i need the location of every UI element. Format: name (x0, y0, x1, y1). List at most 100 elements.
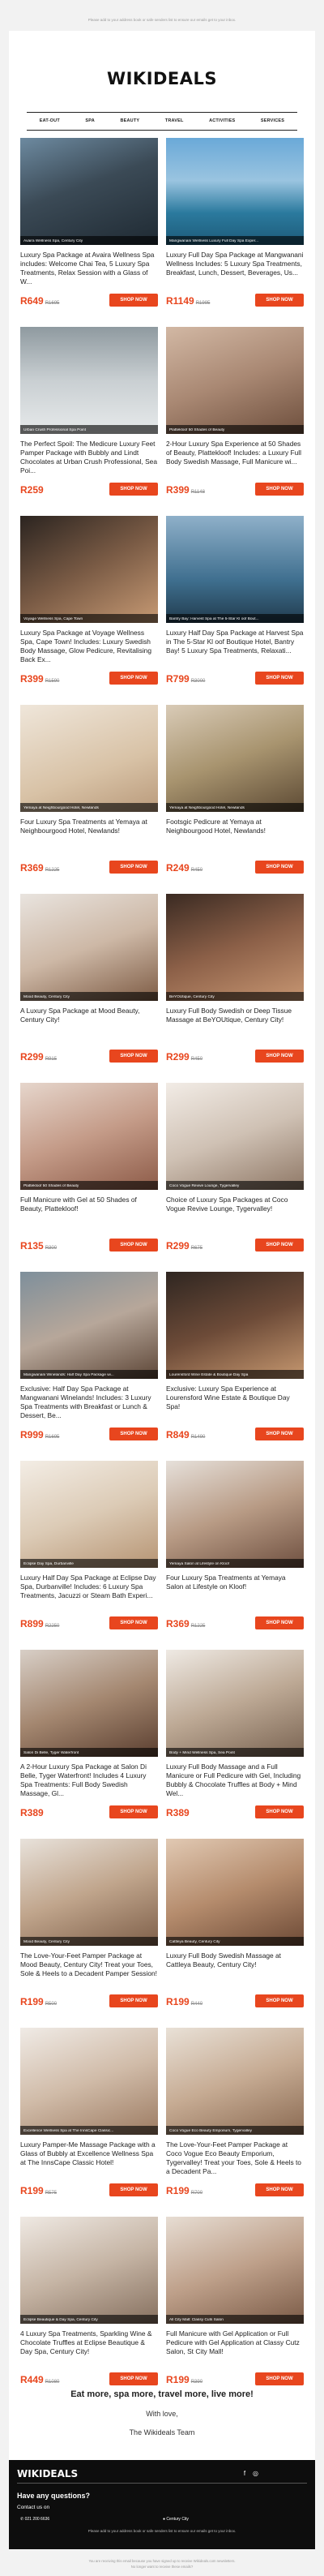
shop-now-button[interactable]: SHOP NOW (255, 1428, 304, 1440)
shop-now-button[interactable]: SHOP NOW (109, 1994, 158, 2007)
shop-now-button[interactable]: SHOP NOW (109, 2372, 158, 2385)
deal-description[interactable]: 4 Luxury Spa Treatments, Sparkling Wine … (20, 2329, 158, 2365)
shop-now-button[interactable]: SHOP NOW (109, 672, 158, 685)
deal-card[interactable]: Voyage Wellness Spa, Cape Town Luxury Sp… (20, 516, 158, 696)
shop-now-button[interactable]: SHOP NOW (255, 294, 304, 307)
deal-photo[interactable]: BeYOUtique, Century City (166, 894, 304, 1001)
shop-now-button[interactable]: SHOP NOW (255, 2372, 304, 2385)
deal-description[interactable]: A 2-Hour Luxury Spa Package at Salon Di … (20, 1762, 158, 1798)
deal-description[interactable]: Luxury Half Day Spa Package at Harvest S… (166, 629, 304, 664)
shop-now-button[interactable]: SHOP NOW (255, 672, 304, 685)
deal-photo[interactable]: Urban Crush Professional Spa Point (20, 327, 158, 434)
nav-item-services[interactable]: SERVICES (261, 118, 284, 123)
deal-photo[interactable]: Coco Vogue Eco Beauty Emporium, Tygerval… (166, 2028, 304, 2135)
deal-card[interactable]: Bantry Bay: Harvest Spa at The 5-Star Kl… (166, 516, 304, 696)
shop-now-button[interactable]: SHOP NOW (109, 1428, 158, 1440)
shop-now-button[interactable]: SHOP NOW (255, 1616, 304, 1629)
deal-card[interactable]: Mood Beauty, Century City A Luxury Spa P… (20, 894, 158, 1074)
deal-description[interactable]: Footsgic Pedicure at Yemaya at Neighbour… (166, 818, 304, 853)
deal-card[interactable]: Yemaya Salon at Lifestyle on Kloof Four … (166, 1461, 304, 1641)
deal-photo[interactable]: All City Mall: Classy Cuts Salon (166, 2217, 304, 2324)
deal-description[interactable]: Luxury Spa Package at Voyage Wellness Sp… (20, 629, 158, 664)
deal-photo[interactable]: Salon Di Belle, Tyger Waterfront (20, 1650, 158, 1757)
unsubscribe-link[interactable]: No longer want to receive these emails? (0, 2564, 324, 2570)
deal-description[interactable]: Luxury Full Body Swedish Massage at Catt… (166, 1951, 304, 1987)
deal-card[interactable]: Plattekloof 50 Shades of Beauty 2-Hour L… (166, 327, 304, 507)
deal-card[interactable]: Cattleya Beauty, Century City Luxury Ful… (166, 1839, 304, 2019)
deal-photo[interactable]: Lourensford Wine Estate & Boutique Day S… (166, 1272, 304, 1379)
shop-now-button[interactable]: SHOP NOW (109, 1239, 158, 1252)
deal-card[interactable]: BeYOUtique, Century City Luxury Full Bod… (166, 894, 304, 1074)
deal-card[interactable]: Urban Crush Professional Spa Point The P… (20, 327, 158, 507)
deal-description[interactable]: Four Luxury Spa Treatments at Yemaya Sal… (166, 1574, 304, 1609)
wikideals-logo[interactable]: WIKIDEALS (9, 69, 315, 88)
deal-photo[interactable]: Bantry Bay: Harvest Spa at The 5-Star Kl… (166, 516, 304, 623)
deal-photo[interactable]: Body + Mind Wellness Spa, Sea Point (166, 1650, 304, 1757)
phone-number[interactable]: 021 200 6636 (25, 2517, 50, 2522)
deal-description[interactable]: Luxury Full Body Massage and a Full Mani… (166, 1762, 304, 1798)
footer-phone[interactable]: ✆ 021 200 6636 (20, 2517, 49, 2522)
nav-item-spa[interactable]: SPA (85, 118, 95, 123)
shop-now-button[interactable]: SHOP NOW (255, 1805, 304, 1818)
shop-now-button[interactable]: SHOP NOW (255, 1050, 304, 1063)
deal-card[interactable]: Lourensford Wine Estate & Boutique Day S… (166, 1272, 304, 1452)
deal-photo[interactable]: Mood Beauty, Century City (20, 894, 158, 1001)
deal-photo[interactable]: Eclipse Beautique & Day Spa, Century Cit… (20, 2217, 158, 2324)
deal-photo[interactable]: Eclipse Day Spa, Durbanville (20, 1461, 158, 1568)
shop-now-button[interactable]: SHOP NOW (109, 483, 158, 496)
shop-now-button[interactable]: SHOP NOW (109, 1616, 158, 1629)
shop-now-button[interactable]: SHOP NOW (255, 1239, 304, 1252)
deal-card[interactable]: All City Mall: Classy Cuts Salon Full Ma… (166, 2217, 304, 2397)
deal-description[interactable]: Choice of Luxury Spa Packages at Coco Vo… (166, 1196, 304, 1231)
deal-card[interactable]: Body + Mind Wellness Spa, Sea Point Luxu… (166, 1650, 304, 1830)
deal-photo[interactable]: Yemaya at Neighbourgood Hotel, Newlands (20, 705, 158, 812)
deal-card[interactable]: Yemaya at Neighbourgood Hotel, Newlands … (166, 705, 304, 885)
shop-now-button[interactable]: SHOP NOW (255, 2183, 304, 2196)
deal-photo[interactable]: Mangwanani Wellness Luxury Full Day Spa … (166, 138, 304, 245)
deal-description[interactable]: Full Manicure with Gel at 50 Shades of B… (20, 1196, 158, 1231)
deal-card[interactable]: Mangwanani Winelands: Half Day Spa Packa… (20, 1272, 158, 1452)
deal-card[interactable]: Avaira Wellness Spa, Century City Luxury… (20, 138, 158, 318)
shop-now-button[interactable]: SHOP NOW (109, 861, 158, 874)
deal-description[interactable]: The Perfect Spoil: The Medicure Luxury F… (20, 440, 158, 475)
nav-item-eat-out[interactable]: EAT-OUT (40, 118, 60, 123)
deal-description[interactable]: 2-Hour Luxury Spa Experience at 50 Shade… (166, 440, 304, 475)
shop-now-button[interactable]: SHOP NOW (255, 1994, 304, 2007)
instagram-icon[interactable]: ◎ (253, 2470, 258, 2477)
deal-card[interactable]: Salon Di Belle, Tyger Waterfront A 2-Hou… (20, 1650, 158, 1830)
nav-item-travel[interactable]: TRAVEL (165, 118, 184, 123)
deal-card[interactable]: Excellence Wellness Spa at The InnsCape … (20, 2028, 158, 2208)
footer-logo[interactable]: WIKIDEALS (17, 2468, 78, 2479)
deal-description[interactable]: The Love-Your-Feet Pamper Package at Coc… (166, 2140, 304, 2176)
nav-item-beauty[interactable]: BEAUTY (120, 118, 139, 123)
deal-photo[interactable]: Avaira Wellness Spa, Century City (20, 138, 158, 245)
shop-now-button[interactable]: SHOP NOW (109, 1805, 158, 1818)
deal-description[interactable]: Full Manicure with Gel Application or Fu… (166, 2329, 304, 2365)
shop-now-button[interactable]: SHOP NOW (109, 2183, 158, 2196)
deal-photo[interactable]: Plattekloof 50 Shades of Beauty (166, 327, 304, 434)
deal-description[interactable]: Luxury Spa Package at Avaira Wellness Sp… (20, 251, 158, 286)
deal-card[interactable]: Plattekloof 50 Shades of Beauty Full Man… (20, 1083, 158, 1263)
deal-photo[interactable]: Yemaya Salon at Lifestyle on Kloof (166, 1461, 304, 1568)
deal-description[interactable]: Four Luxury Spa Treatments at Yemaya at … (20, 818, 158, 853)
deal-description[interactable]: Exclusive: Half Day Spa Package at Mangw… (20, 1385, 158, 1420)
deal-card[interactable]: Coco Vogue Revive Lounge, Tygervalley Ch… (166, 1083, 304, 1263)
deal-description[interactable]: The Love-Your-Feet Pamper Package at Moo… (20, 1951, 158, 1987)
deal-photo[interactable]: Voyage Wellness Spa, Cape Town (20, 516, 158, 623)
deal-card[interactable]: Eclipse Beautique & Day Spa, Century Cit… (20, 2217, 158, 2397)
deal-photo[interactable]: Mood Beauty, Century City (20, 1839, 158, 1946)
deal-photo[interactable]: Excellence Wellness Spa at The InnsCape … (20, 2028, 158, 2135)
deal-card[interactable]: Yemaya at Neighbourgood Hotel, Newlands … (20, 705, 158, 885)
deal-description[interactable]: Luxury Full Body Swedish or Deep Tissue … (166, 1007, 304, 1042)
deal-photo[interactable]: Coco Vogue Revive Lounge, Tygervalley (166, 1083, 304, 1190)
nav-item-activities[interactable]: ACTIVITIES (209, 118, 235, 123)
deal-description[interactable]: Luxury Pamper-Me Massage Package with a … (20, 2140, 158, 2176)
deal-photo[interactable]: Plattekloof 50 Shades of Beauty (20, 1083, 158, 1190)
facebook-icon[interactable]: f (244, 2470, 245, 2477)
deal-card[interactable]: Mood Beauty, Century City The Love-Your-… (20, 1839, 158, 2019)
deal-description[interactable]: Exclusive: Luxury Spa Experience at Lour… (166, 1385, 304, 1420)
deal-card[interactable]: Mangwanani Wellness Luxury Full Day Spa … (166, 138, 304, 318)
deal-description[interactable]: A Luxury Spa Package at Mood Beauty, Cen… (20, 1007, 158, 1042)
deal-description[interactable]: Luxury Half Day Spa Package at Eclipse D… (20, 1574, 158, 1609)
shop-now-button[interactable]: SHOP NOW (109, 294, 158, 307)
